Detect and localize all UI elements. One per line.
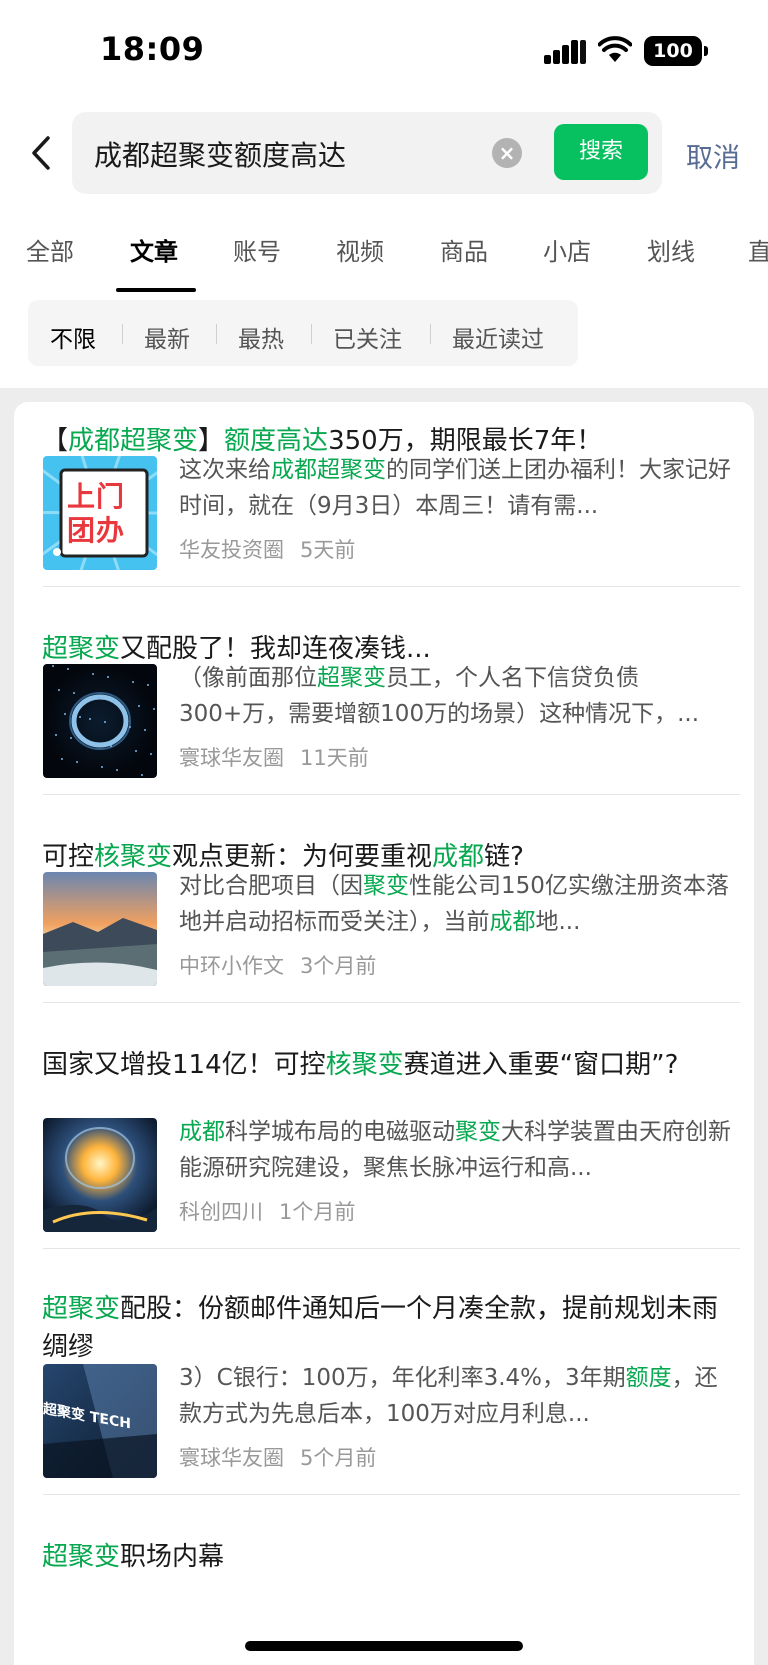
text-run: 职场内幕 bbox=[120, 1542, 225, 1572]
text-run: （像前面那位 bbox=[179, 665, 317, 691]
text-run: 科学城布局的电磁驱动 bbox=[225, 1119, 455, 1145]
keyword-highlight: 超聚变 bbox=[42, 1294, 121, 1324]
battery-icon: 100 bbox=[644, 36, 708, 66]
source-account[interactable]: 寰球华友圈 bbox=[179, 1446, 284, 1470]
result-meta: 华友投资圈 5天前 bbox=[179, 534, 371, 564]
result-snippet: 对比合肥项目（因聚变性能公司150亿实缴注册资本落地并启动招标而受关注），当前成… bbox=[179, 868, 739, 940]
keyword-highlight: 聚变 bbox=[455, 1119, 501, 1145]
keyword-highlight: 核聚变 bbox=[94, 842, 173, 872]
keyword-highlight: 额度 bbox=[625, 1365, 672, 1391]
result-snippet: 成都科学城布局的电磁驱动聚变大科学装置由天府创新能源研究院建设，聚焦长脉冲运行和… bbox=[179, 1114, 739, 1186]
filter-bar: 不限 最新 最热 已关注 最近读过 bbox=[28, 300, 578, 366]
keyword-highlight: 聚变 bbox=[363, 873, 409, 899]
result-meta: 科创四川 1个月前 bbox=[179, 1196, 371, 1226]
result-thumbnail[interactable]: 超聚变 TECH bbox=[43, 1364, 157, 1478]
publish-time: 5个月前 bbox=[300, 1446, 377, 1470]
keyword-highlight: 超聚变 bbox=[317, 665, 386, 691]
search-input[interactable]: 成都超聚变额度高达 bbox=[94, 134, 346, 174]
text-run: 可控 bbox=[42, 842, 95, 872]
divider bbox=[43, 586, 740, 587]
divider bbox=[43, 1494, 740, 1495]
category-tabs: 全部 文章 账号 视频 商品 小店 划线 直 bbox=[0, 232, 768, 294]
filter-0[interactable]: 不限 bbox=[50, 320, 96, 354]
top-panel: 18:09 100 成都超聚变额度高达 × 搜索 取消 全部 文章 账号 视频 商品 小店… bbox=[0, 0, 768, 388]
text-run: 赛道进入重要“窗口期”? bbox=[403, 1050, 679, 1080]
keyword-highlight: 成都 bbox=[489, 909, 536, 935]
keyword-highlight: 核聚变 bbox=[325, 1050, 404, 1080]
filter-4[interactable]: 最近读过 bbox=[452, 320, 544, 354]
back-arrow-icon[interactable] bbox=[22, 128, 62, 178]
text-run: 这次来给 bbox=[179, 457, 271, 483]
keyword-highlight: 成都 bbox=[179, 1119, 225, 1145]
source-account[interactable]: 华友投资圈 bbox=[179, 538, 284, 562]
source-account[interactable]: 寰球华友圈 bbox=[179, 746, 284, 770]
result-snippet: 这次来给成都超聚变的同学们送上团办福利！大家记好时间，就在（9月3日）本周三！请… bbox=[179, 452, 739, 524]
cellular-signal-icon bbox=[544, 40, 586, 64]
result-thumbnail[interactable]: 上门团办 bbox=[43, 456, 157, 570]
tab-3[interactable]: 视频 bbox=[336, 232, 384, 267]
tab-0[interactable]: 全部 bbox=[26, 232, 74, 267]
divider bbox=[43, 1248, 740, 1249]
active-tab-indicator bbox=[116, 288, 196, 292]
text-run: 国家又增投114亿！可控 bbox=[42, 1050, 326, 1080]
tab-7[interactable]: 直 bbox=[748, 232, 768, 267]
search-box[interactable]: 成都超聚变额度高达 × 搜索 bbox=[72, 112, 662, 194]
result-snippet: （像前面那位超聚变员工，个人名下信贷负债300+万，需要增额100万的场景）这种… bbox=[179, 660, 739, 732]
source-account[interactable]: 科创四川 bbox=[179, 1200, 263, 1224]
result-title[interactable]: 超聚变配股：份额邮件通知后一个月凑全款，提前规划未雨绸缪 bbox=[42, 1290, 742, 1366]
filter-separator bbox=[122, 324, 123, 344]
home-indicator bbox=[245, 1641, 523, 1651]
thumb-text: 上门团办 bbox=[67, 480, 126, 547]
divider bbox=[43, 1002, 740, 1003]
tab-6[interactable]: 划线 bbox=[647, 232, 695, 267]
clear-icon[interactable]: × bbox=[492, 138, 522, 168]
filter-separator bbox=[430, 324, 431, 344]
result-title[interactable]: 国家又增投114亿！可控核聚变赛道进入重要“窗口期”? bbox=[42, 1046, 742, 1084]
text-run: 配股：份额邮件通知后一个月凑全款，提前规划未雨绸缪 bbox=[42, 1294, 719, 1362]
publish-time: 5天前 bbox=[300, 538, 356, 562]
text-run: 对比合肥项目（因 bbox=[179, 873, 363, 899]
tab-2[interactable]: 账号 bbox=[233, 232, 281, 267]
filter-1[interactable]: 最新 bbox=[144, 320, 190, 354]
filter-2[interactable]: 最热 bbox=[238, 320, 284, 354]
keyword-highlight: 成都超聚变 bbox=[271, 457, 386, 483]
result-thumbnail[interactable] bbox=[43, 1118, 157, 1232]
result-title[interactable]: 超聚变职场内幕 bbox=[42, 1538, 742, 1576]
results-list: 【成都超聚变】额度高达350万，期限最长7年！ 上门团办 这次来给成都超聚变的同学们… bbox=[14, 402, 754, 1665]
result-meta: 寰球华友圈 5个月前 bbox=[179, 1442, 392, 1472]
result-thumbnail[interactable] bbox=[43, 872, 157, 986]
result-meta: 寰球华友圈 11天前 bbox=[179, 742, 385, 772]
text-run: 地... bbox=[535, 909, 581, 935]
wifi-icon bbox=[598, 36, 632, 62]
text-run: 3）C银行：100万，年化利率3.4%，3年期 bbox=[179, 1365, 626, 1391]
result-meta: 中环小作文 3个月前 bbox=[179, 950, 392, 980]
status-time: 18:09 bbox=[100, 30, 205, 68]
keyword-highlight: 超聚变 bbox=[42, 634, 121, 664]
keyword-highlight: 超聚变 bbox=[42, 1542, 121, 1572]
text-run: 【 bbox=[42, 426, 69, 456]
divider bbox=[43, 794, 740, 795]
publish-time: 11天前 bbox=[300, 746, 369, 770]
search-button[interactable]: 搜索 bbox=[554, 124, 648, 180]
filter-separator bbox=[216, 324, 217, 344]
source-account[interactable]: 中环小作文 bbox=[179, 954, 284, 978]
status-bar: 18:09 100 bbox=[0, 0, 768, 100]
publish-time: 1个月前 bbox=[279, 1200, 356, 1224]
tab-1[interactable]: 文章 bbox=[130, 232, 178, 267]
result-snippet: 3）C银行：100万，年化利率3.4%，3年期额度，还款方式为先息后本，100万… bbox=[179, 1360, 739, 1432]
filter-separator bbox=[311, 324, 312, 344]
cancel-button[interactable]: 取消 bbox=[686, 136, 740, 175]
result-thumbnail[interactable] bbox=[43, 664, 157, 778]
tab-4[interactable]: 商品 bbox=[440, 232, 488, 267]
publish-time: 3个月前 bbox=[300, 954, 377, 978]
tab-5[interactable]: 小店 bbox=[543, 232, 591, 267]
filter-3[interactable]: 已关注 bbox=[333, 320, 402, 354]
